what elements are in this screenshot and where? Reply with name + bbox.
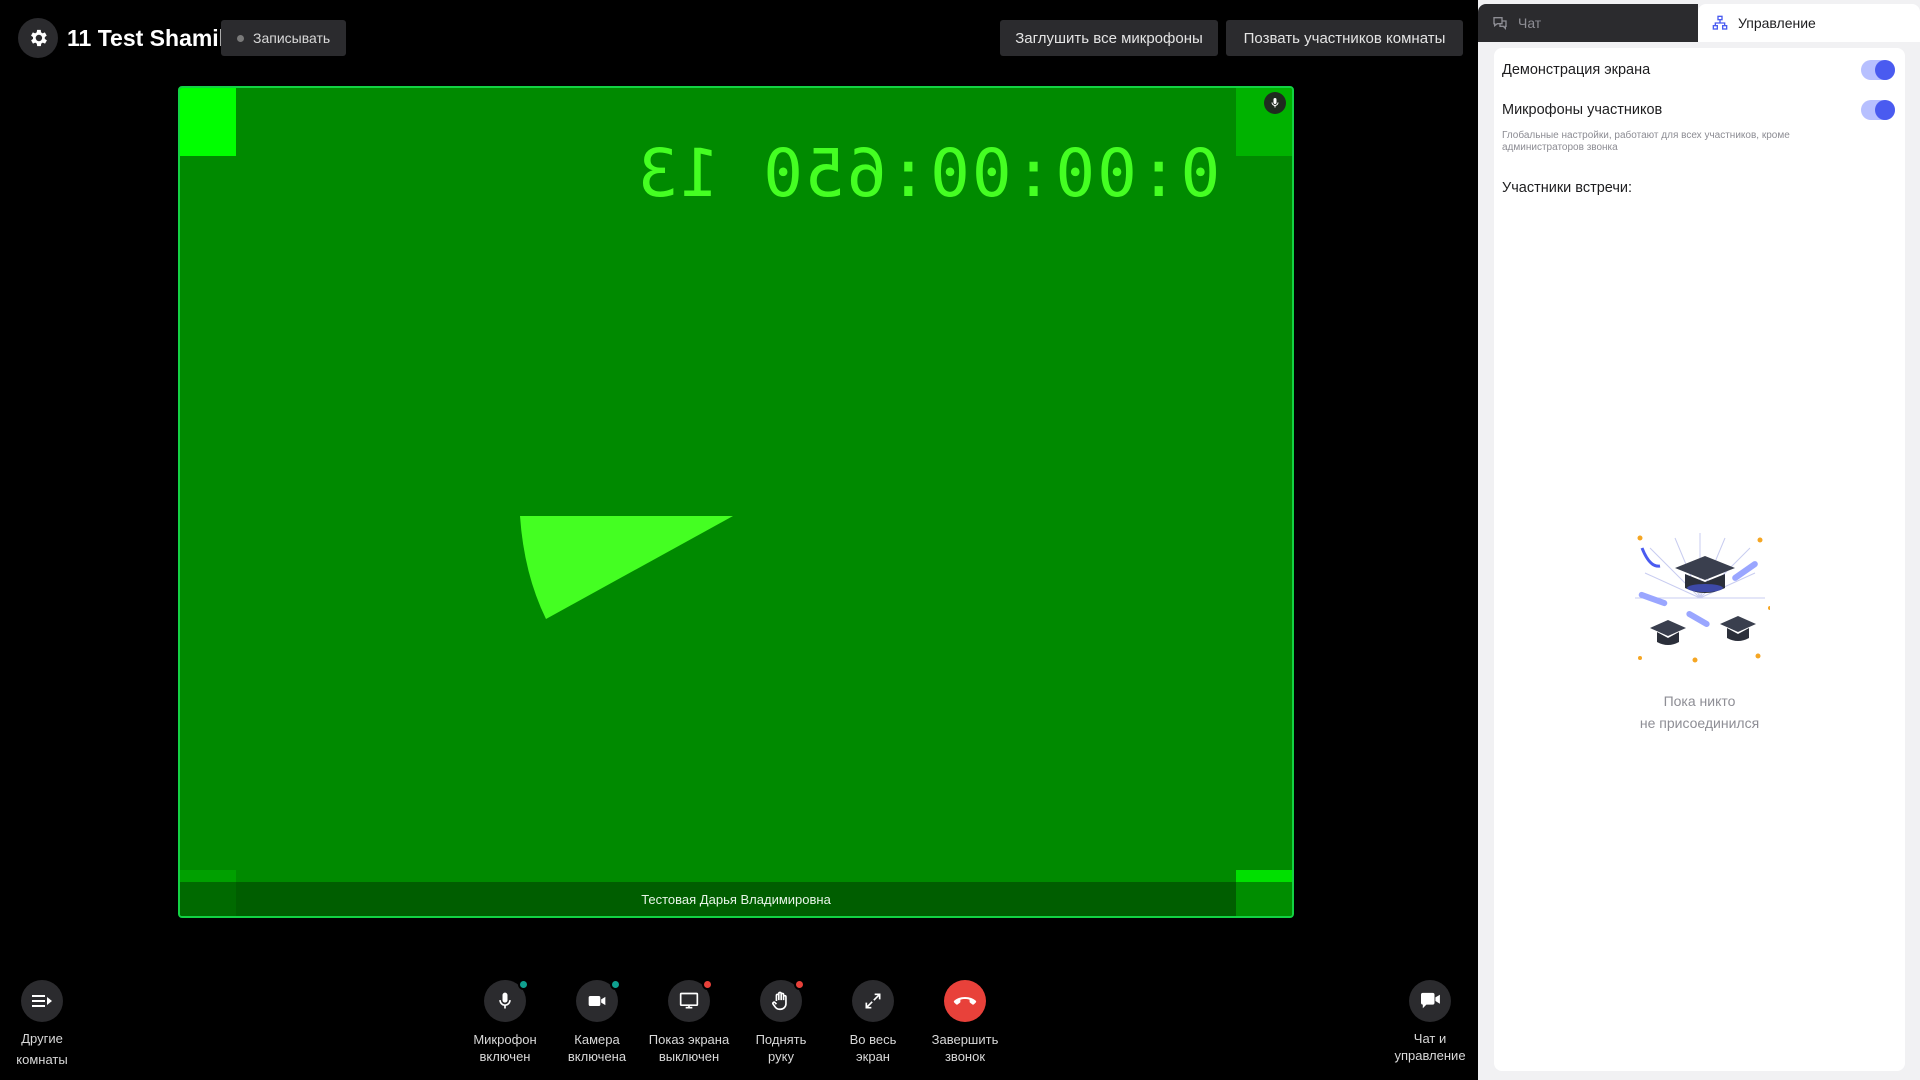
raise-hand-circle[interactable] — [760, 979, 805, 1022]
room-title: 11 Test Shamil — [67, 25, 226, 51]
empty-line: Пока никто — [1663, 693, 1736, 709]
other-rooms-circle[interactable] — [21, 980, 63, 1022]
tab-chat-label: Чат — [1518, 15, 1542, 31]
video-tile[interactable]: 0:00:00:650 13 Тестовая Дарья Владимиров… — [178, 86, 1294, 918]
side-panel: Чат Управление Демонстрация экрана Микро… — [1478, 0, 1920, 1080]
raise-hand-label: Поднять руку — [735, 1031, 827, 1065]
test-pattern-corner — [180, 88, 236, 156]
test-pattern-sector — [520, 516, 733, 619]
screen-share-setting: Демонстрация экрана — [1502, 60, 1895, 80]
top-bar: 11 Test Shamil Записывать Заглушить все … — [0, 0, 1478, 76]
camera-circle[interactable] — [576, 979, 621, 1022]
screen-share-setting-label: Демонстрация экрана — [1502, 62, 1651, 78]
rooms-menu-icon — [32, 995, 52, 1007]
screen-share-circle[interactable] — [668, 979, 713, 1022]
participant-name-bar: Тестовая Дарья Владимировна — [180, 882, 1292, 916]
tab-manage[interactable]: Управление — [1698, 4, 1920, 42]
monitor-icon — [679, 992, 699, 1009]
chat-and-control-button[interactable]: Чат и управление — [1380, 980, 1480, 1064]
label-line: руку — [768, 1049, 794, 1064]
empty-participants-text: Пока никто не присоединился — [1640, 690, 1759, 734]
status-dot — [702, 979, 713, 990]
video-timecode: 0:00:00:650 13 — [636, 135, 1221, 212]
screen-share-toggle-switch[interactable] — [1861, 60, 1895, 80]
fullscreen-button[interactable]: Во весь экран — [827, 980, 919, 1065]
label-line: Другие — [21, 1031, 63, 1046]
status-dot — [794, 979, 805, 990]
label-line: звонок — [944, 1049, 986, 1064]
participants-title: Участники встречи: — [1502, 180, 1633, 196]
end-call-button[interactable]: Завершить звонок — [919, 980, 1011, 1065]
video-call-app: 11 Test Shamil Записывать Заглушить все … — [0, 0, 1920, 1080]
invite-participants-button[interactable]: Позвать участников комнаты — [1226, 20, 1463, 56]
tab-manage-label: Управление — [1738, 15, 1816, 31]
end-call-circle[interactable] — [944, 980, 986, 1022]
end-call-label: Завершить звонок — [919, 1031, 1011, 1065]
chat-bubbles-icon — [1493, 17, 1507, 30]
label-line: Во весь — [849, 1032, 897, 1047]
microphone-toggle[interactable]: Микрофон включен — [459, 979, 551, 1065]
participants-mics-setting: Микрофоны участников — [1502, 100, 1895, 120]
record-dot-icon — [237, 34, 244, 42]
empty-line: не присоединился — [1639, 715, 1760, 731]
hand-icon — [772, 991, 787, 1011]
camera-toggle[interactable]: Камера включена — [551, 979, 643, 1065]
participant-name: Тестовая Дарья Владимировна — [641, 891, 831, 907]
label-line: Камера — [574, 1032, 620, 1047]
screen-share-label: Показ экрана выключен — [643, 1031, 735, 1065]
chat-and-control-label: Чат и управление — [1380, 1030, 1480, 1064]
microphone-icon — [499, 992, 511, 1009]
other-rooms-button[interactable]: Другие комнаты — [0, 980, 92, 1068]
raise-hand-button[interactable]: Поднять руку — [735, 979, 827, 1065]
empty-participants-state: Пока никто не присоединился — [1494, 528, 1905, 734]
record-button[interactable]: Записывать — [221, 20, 347, 56]
status-dot — [518, 979, 529, 990]
tile-mic-indicator — [1264, 92, 1286, 114]
label-line: экран — [856, 1049, 890, 1064]
label-line: выключен — [658, 1049, 720, 1064]
microphone-icon — [1271, 98, 1279, 108]
label-line: комнаты — [16, 1052, 68, 1067]
fullscreen-circle[interactable] — [852, 980, 894, 1022]
control-panel-body: Демонстрация экрана Микрофоны участников… — [1494, 48, 1905, 1071]
camera-label: Камера включена — [551, 1031, 643, 1065]
record-label: Записывать — [253, 30, 331, 46]
mute-all-button[interactable]: Заглушить все микрофоны — [1000, 20, 1218, 56]
label-line: включена — [567, 1049, 627, 1064]
hang-up-icon — [953, 997, 977, 1005]
global-settings-hint: Глобальные настройки, работают для всех … — [1502, 130, 1790, 153]
label-line: Микрофон — [473, 1032, 537, 1047]
expand-icon — [865, 993, 881, 1009]
fullscreen-label: Во весь экран — [827, 1031, 919, 1065]
gear-icon — [31, 29, 47, 47]
microphone-circle[interactable] — [484, 979, 529, 1022]
microphone-label: Микрофон включен — [459, 1031, 551, 1065]
label-line: включен — [479, 1049, 531, 1064]
settings-button[interactable] — [18, 18, 58, 58]
participants-mics-toggle-switch[interactable] — [1861, 100, 1895, 120]
graduation-caps-illustration — [1634, 533, 1770, 663]
label-line: Чат и — [1413, 1031, 1447, 1046]
tab-chat[interactable]: Чат — [1478, 4, 1698, 42]
hierarchy-icon — [1712, 15, 1728, 30]
label-line: Поднять — [755, 1032, 807, 1047]
other-rooms-label: Другие комнаты — [0, 1030, 92, 1068]
participants-mics-label: Микрофоны участников — [1502, 102, 1663, 118]
panel-tabs: Чат Управление — [1478, 4, 1920, 42]
chat-and-control-circle[interactable] — [1409, 980, 1451, 1022]
status-dot — [610, 979, 621, 990]
label-line: Показ экрана — [648, 1032, 730, 1047]
label-line: управление — [1394, 1048, 1466, 1063]
camera-icon — [588, 996, 606, 1006]
screen-share-toggle[interactable]: Показ экрана выключен — [643, 979, 735, 1065]
chat-camera-icon — [1421, 992, 1440, 1009]
label-line: Завершить — [931, 1032, 999, 1047]
